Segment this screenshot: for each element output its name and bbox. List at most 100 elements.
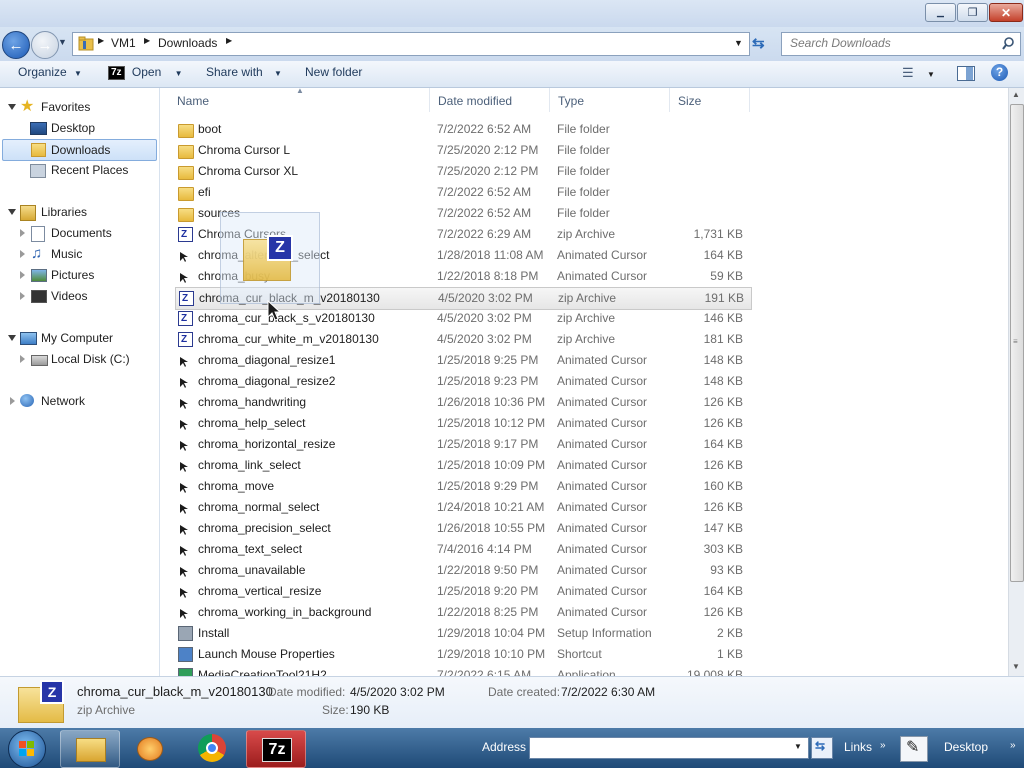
details-view-icon: ☰ — [902, 65, 914, 80]
file-row[interactable]: MediaCreationTool21H2 7/2/2022 6:15 AM App… — [175, 665, 750, 676]
file-name: chroma_normal_select — [198, 500, 320, 514]
scroll-up-icon[interactable]: ▲ — [1012, 90, 1020, 99]
file-date-modified: 7/4/2016 4:14 PM — [437, 542, 532, 556]
desktop-chevron-icon[interactable]: » — [1010, 740, 1016, 751]
file-row[interactable]: Chroma Cursor L 7/25/2020 2:12 PM File fol… — [175, 140, 750, 161]
file-type: Animated Cursor — [557, 584, 648, 598]
taskbar-go-button[interactable]: ⇆ — [811, 737, 833, 759]
column-header-size[interactable]: Size — [670, 88, 750, 112]
expand-icon[interactable] — [20, 229, 25, 237]
chevron-down-icon[interactable]: ▼ — [794, 742, 802, 751]
file-row[interactable]: chroma_precision_select 1/26/2018 10:55 P… — [175, 518, 750, 539]
file-row[interactable]: chroma_handwriting 1/26/2018 10:36 PM Anim… — [175, 392, 750, 413]
file-row[interactable]: chroma_normal_select 1/24/2018 10:21 AM An… — [175, 497, 750, 518]
file-row[interactable]: chroma_unavailable 1/22/2018 9:50 PM Anima… — [175, 560, 750, 581]
file-row[interactable]: efi 7/2/2022 6:52 AM File folder — [175, 182, 750, 203]
organize-button[interactable]: Organize ▼ — [18, 61, 82, 87]
expand-icon[interactable] — [8, 335, 16, 341]
share-with-button[interactable]: Share with ▼ — [206, 61, 282, 87]
search-icon[interactable] — [1002, 37, 1015, 50]
taskbar-7zip-button[interactable]: 7z — [246, 730, 306, 768]
desktop-toolbar-icon[interactable]: ✎ — [900, 736, 928, 762]
breadcrumb-downloads[interactable]: Downloads — [158, 36, 217, 50]
file-row[interactable]: chroma_help_select 1/25/2018 10:12 PM Anim… — [175, 413, 750, 434]
nav-label: Favorites — [41, 100, 91, 114]
file-row[interactable]: Chroma Cursor XL 7/25/2020 2:12 PM File fo… — [175, 161, 750, 182]
recent-pages-dropdown[interactable]: ▼ — [58, 37, 67, 47]
expand-icon[interactable] — [20, 250, 25, 258]
expand-icon[interactable] — [20, 292, 25, 300]
file-row[interactable]: chroma_diagonal_resize1 1/25/2018 9:25 PM… — [175, 350, 750, 371]
links-chevron-icon[interactable]: » — [880, 740, 886, 751]
file-row[interactable]: boot 7/2/2022 6:52 AM File folder — [175, 119, 750, 140]
expand-icon[interactable] — [10, 397, 15, 405]
command-bar: Organize ▼ 7z Open ▼ Share with ▼ New fo… — [0, 61, 1024, 88]
expand-icon[interactable] — [20, 271, 25, 279]
file-row[interactable]: Install 1/29/2018 10:04 PM Setup Informati… — [175, 623, 750, 644]
back-button[interactable]: ← — [2, 31, 30, 59]
column-header-name[interactable]: Name ▲ — [168, 88, 430, 112]
help-icon: ? — [995, 65, 1004, 79]
file-date-modified: 1/25/2018 9:29 PM — [437, 479, 539, 493]
recent-places-icon — [30, 164, 46, 178]
taskbar-address-label: Address — [482, 740, 527, 754]
preview-pane-icon — [966, 67, 973, 80]
file-row[interactable]: chroma_diagonal_resize2 1/25/2018 9:23 PM… — [175, 371, 750, 392]
file-row[interactable]: chroma_link_select 1/25/2018 10:09 PM Anim… — [175, 455, 750, 476]
preview-pane-button[interactable] — [957, 66, 975, 81]
forward-button[interactable]: → — [31, 31, 59, 59]
file-date-modified: 1/29/2018 10:04 PM — [437, 626, 546, 640]
computer-icon — [20, 332, 37, 345]
open-button[interactable]: 7z Open ▼ — [108, 61, 183, 87]
title-bar: ▁ ❐ ✕ — [0, 0, 1024, 27]
nav-downloads[interactable]: Downloads — [2, 139, 157, 161]
file-row[interactable]: chroma_move 1/25/2018 9:29 PM Animated Cur… — [175, 476, 750, 497]
file-row[interactable]: chroma_vertical_resize 1/25/2018 9:20 PM A… — [175, 581, 750, 602]
help-button[interactable]: ? — [991, 64, 1008, 81]
column-header-date-modified[interactable]: Date modified — [430, 88, 550, 112]
refresh-button[interactable]: ⇆ — [752, 34, 772, 54]
zip-archive-icon — [178, 308, 193, 329]
file-type: Animated Cursor — [557, 248, 648, 262]
expand-icon[interactable] — [20, 355, 25, 363]
view-options-button[interactable]: ☰ ▼ — [902, 65, 935, 81]
details-file-name: chroma_cur_black_m_v20180130 — [77, 684, 273, 699]
chrome-icon — [198, 734, 226, 762]
file-type: Animated Cursor — [557, 521, 648, 535]
expand-icon[interactable] — [8, 104, 16, 110]
breadcrumb-vm1[interactable]: VM1 — [111, 36, 136, 50]
taskbar-address-input[interactable]: ▼ — [529, 737, 809, 759]
breadcrumb-separator-icon: ▶ — [98, 36, 105, 45]
scrollbar-thumb[interactable]: ≡ — [1010, 104, 1024, 582]
taskbar-links-label[interactable]: Links — [844, 740, 872, 754]
file-row[interactable]: Launch Mouse Properties 1/29/2018 10:10 P… — [175, 644, 750, 665]
scroll-down-icon[interactable]: ▼ — [1012, 662, 1020, 671]
file-name: chroma_cur_white_m_v20180130 — [198, 332, 379, 346]
file-date-modified: 1/22/2018 9:50 PM — [437, 563, 539, 577]
maximize-button[interactable]: ❐ — [957, 3, 988, 22]
taskbar-desktop-label[interactable]: Desktop — [944, 740, 988, 754]
column-header-type[interactable]: Type — [550, 88, 670, 112]
cursor-file-icon — [178, 564, 190, 577]
arrow-left-icon: ← — [8, 36, 24, 54]
file-row[interactable]: chroma_cur_white_m_v20180130 4/5/2020 3:0… — [175, 329, 750, 350]
minimize-button[interactable]: ▁ — [925, 3, 956, 22]
taskbar-chrome-button[interactable] — [184, 730, 242, 766]
file-row[interactable]: chroma_text_select 7/4/2016 4:14 PM Animat… — [175, 539, 750, 560]
taskbar-media-player-button[interactable] — [122, 730, 180, 766]
close-button[interactable]: ✕ — [989, 3, 1023, 22]
expand-icon[interactable] — [8, 209, 16, 215]
address-bar[interactable]: ▶ VM1 ▶ Downloads ▶ ▼ — [72, 32, 750, 56]
folder-icon — [78, 36, 94, 51]
new-folder-button[interactable]: New folder — [305, 61, 362, 87]
search-input[interactable]: Search Downloads — [781, 32, 1021, 56]
file-row[interactable]: chroma_horizontal_resize 1/25/2018 9:17 P… — [175, 434, 750, 455]
address-dropdown-icon[interactable]: ▼ — [734, 38, 743, 48]
start-button[interactable] — [8, 730, 46, 768]
file-row[interactable]: chroma_cur_black_s_v20180130 4/5/2020 3:0… — [175, 308, 750, 329]
cursor-file-icon — [178, 438, 190, 451]
cursor-file-icon — [178, 270, 190, 283]
cursor-file-icon — [178, 480, 190, 493]
file-row[interactable]: chroma_working_in_background 1/22/2018 8:… — [175, 602, 750, 623]
taskbar-explorer-button[interactable] — [60, 730, 120, 768]
